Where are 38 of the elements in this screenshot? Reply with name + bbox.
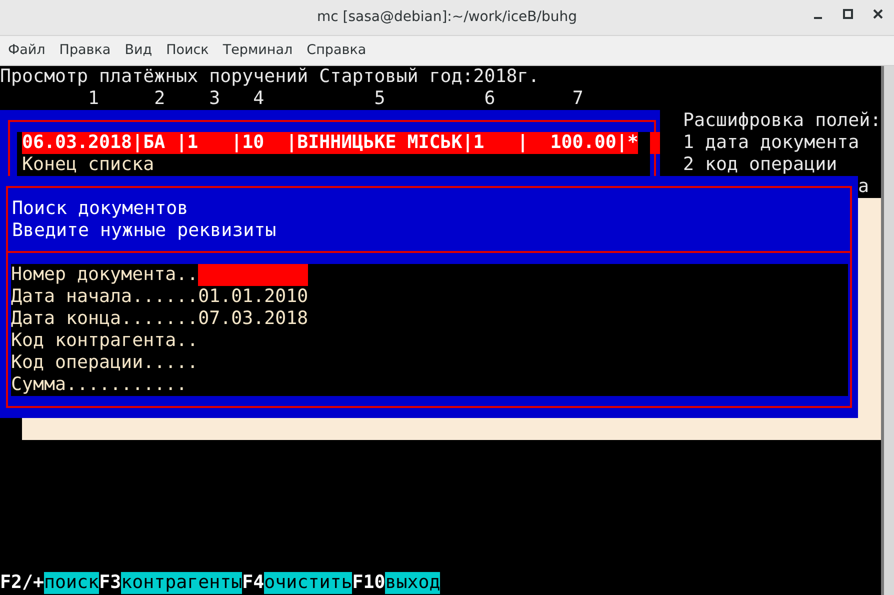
function-key-button[interactable]: поиск <box>44 572 100 594</box>
key-label: F4 <box>242 572 264 594</box>
key-label: F10 <box>352 572 386 594</box>
field-label: Код операции..... <box>11 352 198 374</box>
column-numbers: 1 2 3 4 5 6 7 <box>87 88 584 110</box>
scrollbar[interactable] <box>881 66 894 595</box>
function-key-button[interactable]: очистить <box>264 572 352 594</box>
field-label: Код контрагента.. <box>11 330 198 352</box>
menu-item[interactable]: Справка <box>300 40 372 61</box>
screen-heading: Просмотр платёжных поручений Стартовый год:2018г. <box>0 66 540 88</box>
menu-item[interactable]: Вид <box>118 40 158 61</box>
end-of-list-label: Конец списка <box>22 154 154 176</box>
legend-line: 1 дата документа <box>683 132 860 154</box>
field-label: Сумма........... <box>11 374 188 396</box>
key-label: F3 <box>99 572 122 594</box>
window-title: mc [sasa@debian]:~/work/iceB/buhg <box>317 8 577 27</box>
function-key-button[interactable]: выход <box>385 572 440 594</box>
input-field[interactable]: 07.03.2018 <box>198 308 308 330</box>
legend-line: Расшифровка полей: <box>683 110 882 132</box>
menu-item[interactable]: Правка <box>53 40 117 61</box>
list-row[interactable]: 06.03.2018|БА |1 |10 |ВІННИЦЬКЕ МІСЬК|1 | 100.00|* <box>22 132 638 154</box>
field-label: Дата начала...... <box>11 286 198 308</box>
menu-item[interactable]: Поиск <box>160 40 215 61</box>
legend-line: а <box>858 176 870 198</box>
dialog-title: Введите нужные реквизиты <box>12 220 276 242</box>
menu-item[interactable]: Файл <box>2 40 52 61</box>
input-field[interactable] <box>198 264 308 286</box>
scroll-thumb <box>650 132 660 154</box>
field-label: Дата конца....... <box>11 308 198 330</box>
dialog-title: Поиск документов <box>12 198 190 220</box>
field-label: Номер документа.. <box>11 264 198 286</box>
close-icon[interactable] <box>872 8 884 20</box>
menu-item[interactable]: Терминал <box>216 40 299 61</box>
key-label: F2/+ <box>0 572 44 594</box>
legend-line: 2 код операции <box>683 154 838 176</box>
input-field[interactable]: 01.01.2010 <box>198 286 308 308</box>
function-key-button[interactable]: контрагенты <box>121 572 242 594</box>
maximize-icon[interactable] <box>842 8 854 20</box>
